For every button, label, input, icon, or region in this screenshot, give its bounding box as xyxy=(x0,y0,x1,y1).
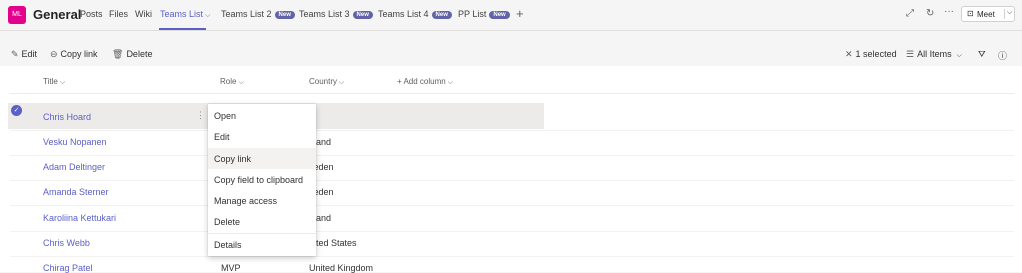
chevron-down-icon[interactable]: ⌵ xyxy=(205,12,210,19)
column-header-country[interactable]: Country ⌵ xyxy=(309,77,344,87)
channel-name: General xyxy=(33,7,82,22)
column-header-title[interactable]: Title ⌵ xyxy=(43,77,65,87)
row-divider xyxy=(10,155,1014,156)
checkmark-icon[interactable]: ✓ xyxy=(11,105,22,116)
column-label: Role xyxy=(220,77,237,86)
filter-icon[interactable]: ⛛ xyxy=(978,49,986,60)
column-label: Country xyxy=(309,77,338,86)
menu-item-label: Delete xyxy=(214,217,241,227)
tab-teams-list-2[interactable]: Teams List 2 New xyxy=(221,9,295,19)
tab-label: Files xyxy=(109,9,129,19)
tab-wiki[interactable]: Wiki xyxy=(135,9,152,19)
trash-icon: 🗑 xyxy=(112,49,124,59)
menu-item-label: Edit xyxy=(214,132,230,142)
command-bar: ✎ Edit ⊖ Copy link 🗑 Delete ✕ 1 selected ☰ Al… xyxy=(0,40,1022,66)
menu-item-copy-field[interactable]: Copy field to clipboard xyxy=(208,169,316,190)
menu-item-delete[interactable]: Delete xyxy=(208,211,316,232)
link-icon: ⊖ xyxy=(50,49,58,59)
view-switcher[interactable]: ☰ All Items ⌵ xyxy=(906,49,962,60)
team-avatar[interactable]: ML xyxy=(8,6,26,24)
delete-label: Delete xyxy=(126,49,153,59)
tab-label: Teams List 2 xyxy=(221,9,272,19)
tab-posts[interactable]: Posts xyxy=(80,9,103,19)
menu-item-label: Manage access xyxy=(214,196,278,206)
tab-teams-list-4[interactable]: Teams List 4 New xyxy=(378,9,452,19)
row-title[interactable]: Chris Webb xyxy=(43,238,90,248)
menu-item-open[interactable]: Open xyxy=(208,105,316,126)
add-tab-button[interactable]: + xyxy=(516,6,524,21)
row-divider xyxy=(10,205,1014,206)
chevron-down-icon: ⌵ xyxy=(238,79,244,86)
more-options-icon[interactable]: ··· xyxy=(944,6,954,17)
close-icon: ✕ xyxy=(845,49,853,59)
pencil-icon: ✎ xyxy=(11,49,19,59)
column-label: Title xyxy=(43,77,58,86)
divider xyxy=(1004,9,1005,19)
tab-label: PP List xyxy=(458,9,487,19)
meet-button[interactable]: ⊡ Meet ⌵ xyxy=(961,6,1015,22)
column-header-role[interactable]: Role ⌵ xyxy=(220,77,244,87)
menu-item-copy-link[interactable]: Copy link xyxy=(208,148,316,169)
row-divider xyxy=(10,130,1014,131)
row-title[interactable]: Vesku Nopanen xyxy=(43,137,107,147)
meet-label: Meet xyxy=(977,10,995,19)
edit-button[interactable]: ✎ Edit xyxy=(11,49,37,60)
more-vertical-icon[interactable]: ⋮ xyxy=(196,110,205,121)
chevron-down-icon: ⌵ xyxy=(956,52,962,59)
row-title[interactable]: Karoliina Kettukari xyxy=(43,213,116,223)
refresh-icon[interactable]: ↻ xyxy=(926,8,934,19)
row-title[interactable]: Amanda Sterner xyxy=(43,187,109,197)
row-divider xyxy=(10,180,1014,181)
chevron-down-icon: ⌵ xyxy=(447,79,454,86)
tab-label: Teams List 4 xyxy=(378,9,429,19)
video-camera-icon: ⊡ xyxy=(967,9,974,18)
list-view: Title ⌵ Role ⌵ Country ⌵ + Add column ⌵ ✓ Ch… xyxy=(0,66,1022,273)
menu-item-label: Copy field to clipboard xyxy=(214,175,304,185)
menu-item-details[interactable]: Details xyxy=(208,234,316,255)
add-column-button[interactable]: + Add column ⌵ xyxy=(397,77,453,87)
row-title[interactable]: Adam Deltinger xyxy=(43,162,105,172)
menu-item-manage-access[interactable]: Manage access xyxy=(208,190,316,211)
tab-label: Wiki xyxy=(135,9,152,19)
menu-item-label: Open xyxy=(214,111,237,121)
edit-label: Edit xyxy=(21,49,38,59)
chevron-down-icon: ⌵ xyxy=(339,79,345,86)
clear-selection-button[interactable]: ✕ 1 selected xyxy=(845,49,897,60)
new-badge: New xyxy=(431,11,452,19)
header-divider xyxy=(10,93,1014,94)
view-label: All Items xyxy=(917,49,952,59)
new-badge: New xyxy=(274,11,295,19)
new-badge: New xyxy=(352,11,373,19)
tab-label: Posts xyxy=(80,9,103,19)
tab-files[interactable]: Files xyxy=(109,9,128,19)
active-tab-indicator xyxy=(159,28,206,30)
chevron-down-icon: ⌵ xyxy=(59,79,66,86)
tab-label: Teams List xyxy=(160,9,204,19)
delete-button[interactable]: 🗑 Delete xyxy=(112,49,152,60)
row-title[interactable]: Chris Hoard xyxy=(43,112,91,122)
row-country: nited States xyxy=(309,238,357,248)
list-view-icon: ☰ xyxy=(906,49,915,59)
selected-count: 1 selected xyxy=(855,49,897,59)
chevron-down-icon[interactable]: ⌵ xyxy=(1007,9,1012,17)
copy-link-button[interactable]: ⊖ Copy link xyxy=(50,49,98,60)
row-divider xyxy=(10,256,1014,257)
column-label: Add column xyxy=(403,77,446,86)
tab-teams-list-3[interactable]: Teams List 3 New xyxy=(299,9,373,19)
menu-item-label: Details xyxy=(214,240,242,250)
expand-icon[interactable]: ⤢ xyxy=(906,8,914,19)
info-icon[interactable]: ⓘ xyxy=(998,49,1007,62)
new-badge: New xyxy=(489,11,510,19)
menu-item-label: Copy link xyxy=(214,154,252,164)
tab-label: Teams List 3 xyxy=(299,9,350,19)
copy-link-label: Copy link xyxy=(60,49,98,59)
context-menu: Open Edit Copy link Copy field to clipbo… xyxy=(208,104,316,256)
tab-pp-list[interactable]: PP List New xyxy=(458,9,510,19)
menu-item-edit[interactable]: Edit xyxy=(208,126,316,147)
row-divider xyxy=(10,231,1014,232)
channel-header: ML General Posts Files Wiki Teams List ⌵ … xyxy=(0,0,1022,31)
tab-teams-list[interactable]: Teams List ⌵ xyxy=(160,9,210,20)
